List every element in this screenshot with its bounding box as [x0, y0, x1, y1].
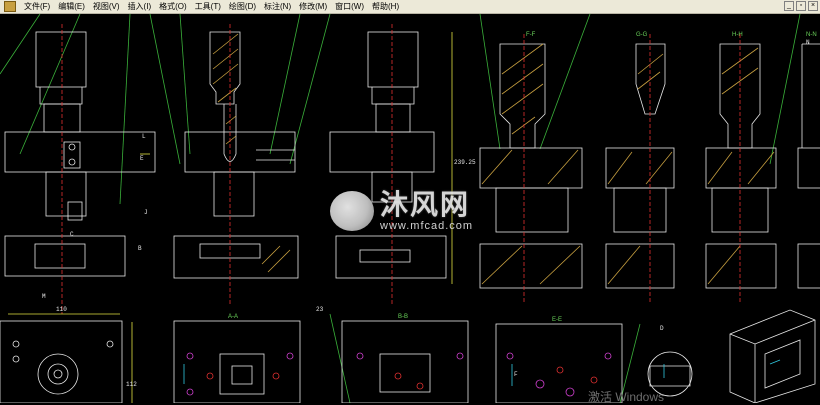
dim-j: J [144, 209, 148, 216]
view-right-elevation [329, 31, 447, 279]
menu-modify[interactable]: 修改(M) [295, 0, 331, 14]
menu-edit[interactable]: 编辑(E) [54, 0, 89, 14]
cad-drawing: F-F G-G H-H N-N A-A B-B E-E 239.25 110 1… [0, 14, 820, 403]
dimension-labels: 239.25 110 112 23 L E J B M C F D N [42, 39, 810, 388]
dim-height: 239.25 [454, 159, 476, 166]
dim-n: N [806, 39, 810, 46]
view-isometric [729, 309, 816, 403]
restore-button[interactable]: ▫ [796, 1, 806, 11]
menu-bar: 文件(F) 编辑(E) 视图(V) 插入(I) 格式(O) 工具(T) 绘图(D… [0, 0, 820, 14]
dims-left [8, 153, 150, 403]
dim-m: M [42, 293, 46, 300]
label-section-gg: G-G [636, 32, 648, 38]
menu-window[interactable]: 窗口(W) [331, 0, 368, 14]
section-centerlines [523, 34, 741, 304]
label-section-ee: E-E [552, 317, 562, 323]
activation-watermark: 激活 Windows [588, 390, 665, 404]
menu-view[interactable]: 视图(V) [89, 0, 124, 14]
view-b-b [341, 320, 469, 403]
section-hatching [481, 43, 775, 285]
dim-23: 23 [316, 306, 324, 313]
dim-e: E [140, 155, 144, 162]
red-details [206, 366, 598, 390]
menu-file[interactable]: 文件(F) [20, 0, 54, 14]
dim-depth: 112 [126, 381, 137, 388]
dim-l: L [142, 133, 146, 140]
menu-draw[interactable]: 绘图(D) [225, 0, 260, 14]
label-section-bb: B-B [398, 314, 408, 320]
label-section-nn: N-N [806, 32, 817, 38]
menu-help[interactable]: 帮助(H) [368, 0, 403, 14]
label-section-hh: H-H [732, 32, 743, 38]
dim-width: 110 [56, 306, 67, 313]
menu-tools[interactable]: 工具(T) [191, 0, 225, 14]
section-labels: F-F G-G H-H N-N A-A B-B E-E [228, 32, 817, 323]
dim-b: B [138, 245, 142, 252]
drawing-canvas[interactable]: F-F G-G H-H N-N A-A B-B E-E 239.25 110 1… [0, 14, 820, 403]
menu-format[interactable]: 格式(O) [155, 0, 191, 14]
leader-lines [0, 14, 801, 403]
dim-f: F [514, 371, 518, 378]
menu-insert[interactable]: 插入(I) [124, 0, 156, 14]
view-middle-elevation [173, 31, 299, 279]
window-controls: _ ▫ × [784, 1, 818, 11]
menu-dimension[interactable]: 标注(N) [260, 0, 295, 14]
label-section-aa: A-A [228, 314, 238, 320]
minimize-button[interactable]: _ [784, 1, 794, 11]
label-section-ff: F-F [526, 32, 536, 38]
dim-d: D [660, 325, 664, 332]
dim-c: C [70, 231, 74, 238]
close-button[interactable]: × [808, 1, 818, 11]
magenta-details [186, 352, 612, 397]
app-icon[interactable] [4, 1, 16, 12]
